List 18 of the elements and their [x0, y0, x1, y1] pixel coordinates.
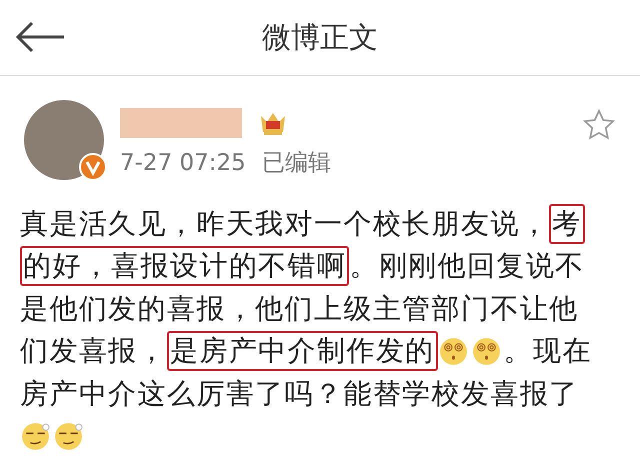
highlighted-text: 是房产中介制作发的	[167, 331, 438, 372]
highlighted-text: 考	[549, 204, 585, 244]
back-arrow-icon[interactable]	[14, 20, 66, 54]
dizzy-face-emoji-icon	[470, 336, 502, 367]
post-text: 是他们发的喜报，他们上级主管部门不让他	[20, 290, 579, 327]
star-icon[interactable]	[582, 108, 616, 142]
smirking-face-emoji-icon	[20, 420, 51, 452]
post-text: 们发喜报，	[20, 333, 167, 370]
post-timestamp: 7-27 07:25	[120, 149, 246, 178]
post-text: 房产中介这么厉害了吗？能替学校发喜报了	[20, 376, 579, 412]
page-title: 微博正文	[262, 18, 378, 56]
post-text: 真是活久见，昨天我对一个校长朋友说，	[20, 206, 550, 242]
post-text: 。现在	[504, 333, 592, 370]
dizzy-face-emoji-icon	[438, 336, 469, 367]
edited-label: 已编辑	[262, 149, 331, 178]
smirking-face-emoji-icon	[53, 420, 84, 452]
highlighted-text: 的好，喜报设计的不错啊	[20, 246, 350, 286]
post-text: 。刚刚他回复说不	[349, 248, 585, 284]
